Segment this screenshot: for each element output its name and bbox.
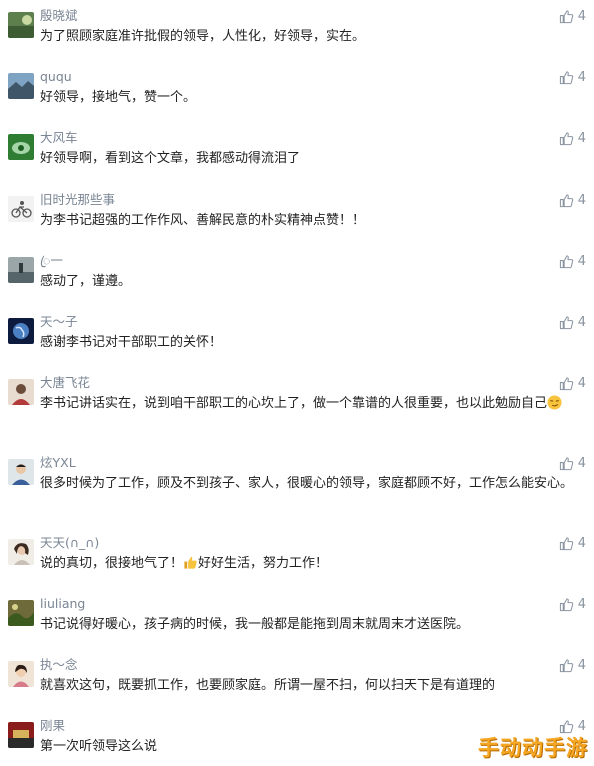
like-count: 4: [577, 192, 586, 208]
comment-text-part: 说的真切，很接地气了！: [40, 556, 184, 571]
like-count: 4: [577, 130, 586, 146]
avatar[interactable]: [8, 73, 34, 99]
comment-text-body: 李书记讲话实在，说到咱干部职工的心坎上了，做一个靠谱的人很重要，也以此勉励自己: [40, 396, 548, 411]
comment-author[interactable]: 大唐飞花: [40, 374, 90, 392]
comment-author[interactable]: ꦿ一: [40, 252, 63, 270]
smirk-emoji-icon: [547, 395, 562, 410]
avatar[interactable]: [8, 257, 34, 283]
thumbs-up-icon: [559, 536, 573, 550]
like-button[interactable]: 4: [559, 454, 586, 472]
like-count: 4: [577, 314, 586, 330]
comment-text: 书记说得好暖心，孩子病的时候，我一般都是能拖到周末就周末才送医院。: [40, 617, 470, 632]
avatar[interactable]: [8, 318, 34, 344]
thumbs-up-icon: [559, 658, 573, 672]
thumbs-up-icon: [559, 70, 573, 84]
like-count: 4: [577, 375, 586, 391]
like-count: 4: [577, 8, 586, 24]
thumbs-up-icon: [559, 456, 573, 470]
like-button[interactable]: 4: [559, 191, 586, 209]
comment-text-part: 好好生活，努力工作！: [198, 556, 329, 571]
comment-author[interactable]: 大风车: [40, 129, 78, 147]
comment-text: 好领导啊，看到这个文章，我都感动得流泪了: [40, 151, 301, 166]
like-count: 4: [577, 535, 586, 551]
avatar[interactable]: [8, 661, 34, 687]
comment-author[interactable]: 天天(∩_∩): [40, 534, 99, 552]
thumbs-up-icon: [559, 376, 573, 390]
like-count: 4: [577, 253, 586, 269]
comment-text: 说的真切，很接地气了！ 好好生活，努力工作！: [40, 554, 580, 574]
comment-text: 为了照顾家庭准许批假的领导，人性化，好领导，实在。: [40, 29, 366, 44]
avatar[interactable]: [8, 459, 34, 485]
comment-author[interactable]: 刚果: [40, 717, 65, 735]
comment-author[interactable]: 执～念: [40, 656, 78, 674]
like-count: 4: [577, 657, 586, 673]
comment-text: 感动了，谨遵。: [40, 274, 132, 289]
like-button[interactable]: 4: [559, 252, 586, 270]
comment-author[interactable]: ququ: [40, 68, 72, 86]
comment-text: 很多时候为了工作，顾及不到孩子、家人，很暖心的领导，家庭都顾不好，工作怎么能安心…: [40, 476, 574, 491]
comment-author[interactable]: 天～子: [40, 313, 78, 331]
like-button[interactable]: 4: [559, 68, 586, 86]
comment-text: 就喜欢这句，既要抓工作，也要顾家庭。所谓一屋不扫，何以扫天下是有道理的: [40, 678, 496, 693]
thumbs-up-icon: [559, 193, 573, 207]
comment-text: 好领导，接地气，赞一个。: [40, 90, 197, 105]
avatar[interactable]: [8, 539, 34, 565]
like-button[interactable]: 4: [559, 595, 586, 613]
like-button[interactable]: 4: [559, 313, 586, 331]
site-watermark: 手动动手游: [478, 736, 588, 760]
like-button[interactable]: 4: [559, 129, 586, 147]
avatar[interactable]: [8, 196, 34, 222]
comment-author[interactable]: 旧时光那些事: [40, 191, 115, 209]
avatar[interactable]: [8, 12, 34, 38]
thumbs-up-emoji-icon: [184, 556, 197, 569]
avatar[interactable]: [8, 722, 34, 748]
thumbs-up-icon: [559, 315, 573, 329]
thumbs-up-icon: [559, 597, 573, 611]
like-count: 4: [577, 69, 586, 85]
thumbs-up-icon: [559, 9, 573, 23]
comment-text: 李书记讲话实在，说到咱干部职工的心坎上了，做一个靠谱的人很重要，也以此勉励自己: [40, 394, 580, 414]
avatar[interactable]: [8, 600, 34, 626]
comment-author[interactable]: 殷晓斌: [40, 7, 78, 25]
avatar[interactable]: [8, 134, 34, 160]
like-button[interactable]: 4: [559, 656, 586, 674]
like-count: 4: [577, 455, 586, 471]
comment-text: 为李书记超强的工作作风、善解民意的朴实精神点赞！！: [40, 213, 366, 228]
avatar[interactable]: [8, 379, 34, 405]
like-button[interactable]: 4: [559, 534, 586, 552]
thumbs-up-icon: [559, 131, 573, 145]
comment-author[interactable]: liuliang: [40, 595, 85, 613]
like-button[interactable]: 4: [559, 374, 586, 392]
thumbs-up-icon: [559, 254, 573, 268]
like-button[interactable]: 4: [559, 7, 586, 25]
comment-author[interactable]: 炫YXL: [40, 454, 76, 472]
comment-text: 感谢李书记对干部职工的关怀！: [40, 335, 223, 350]
like-count: 4: [577, 596, 586, 612]
